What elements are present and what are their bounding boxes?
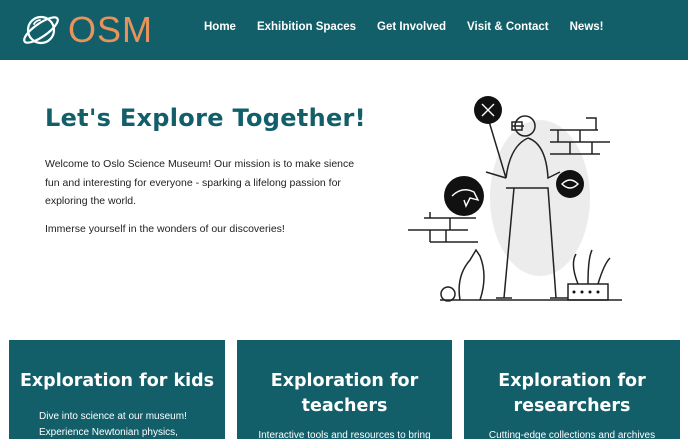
- planet-logo-icon: [23, 15, 59, 45]
- nav-visit-contact[interactable]: Visit & Contact: [467, 21, 549, 33]
- nav-get-involved[interactable]: Get Involved: [377, 21, 446, 33]
- card-teachers-text: Interactive tools and resources to bring: [258, 430, 431, 439]
- card-researchers-title: Exploration for researchers: [498, 371, 646, 416]
- site-logo[interactable]: OSM: [20, 8, 153, 52]
- site-header: OSM Home Exhibition Spaces Get Involved …: [0, 0, 688, 60]
- nav-news[interactable]: News!: [570, 21, 604, 33]
- nav-exhibition-spaces[interactable]: Exhibition Spaces: [257, 21, 356, 33]
- card-teachers[interactable]: Exploration for teachers Interactive too…: [237, 340, 452, 439]
- card-researchers[interactable]: Exploration for researchers Cutting-edge…: [464, 340, 680, 439]
- card-kids[interactable]: Exploration for kids Dive into science a…: [9, 340, 225, 439]
- card-researchers-text: Cutting-edge collections and archives: [488, 430, 656, 439]
- main-nav: Home Exhibition Spaces Get Involved Visi…: [204, 21, 625, 33]
- vr-explorer-illustration: [408, 96, 622, 302]
- nav-home[interactable]: Home: [204, 21, 236, 33]
- hero-intro: Welcome to Oslo Science Museum! Our miss…: [45, 158, 355, 207]
- card-kids-title: Exploration for kids: [19, 371, 215, 391]
- brand-name: OSM: [68, 9, 154, 50]
- card-teachers-title: Exploration for teachers: [270, 371, 419, 416]
- card-kids-text: Dive into science at our museum! Experie…: [39, 411, 187, 438]
- hero-tagline: Immerse yourself in the wonders of our d…: [45, 223, 285, 235]
- hero-title: Let's Explore Together!: [45, 104, 366, 132]
